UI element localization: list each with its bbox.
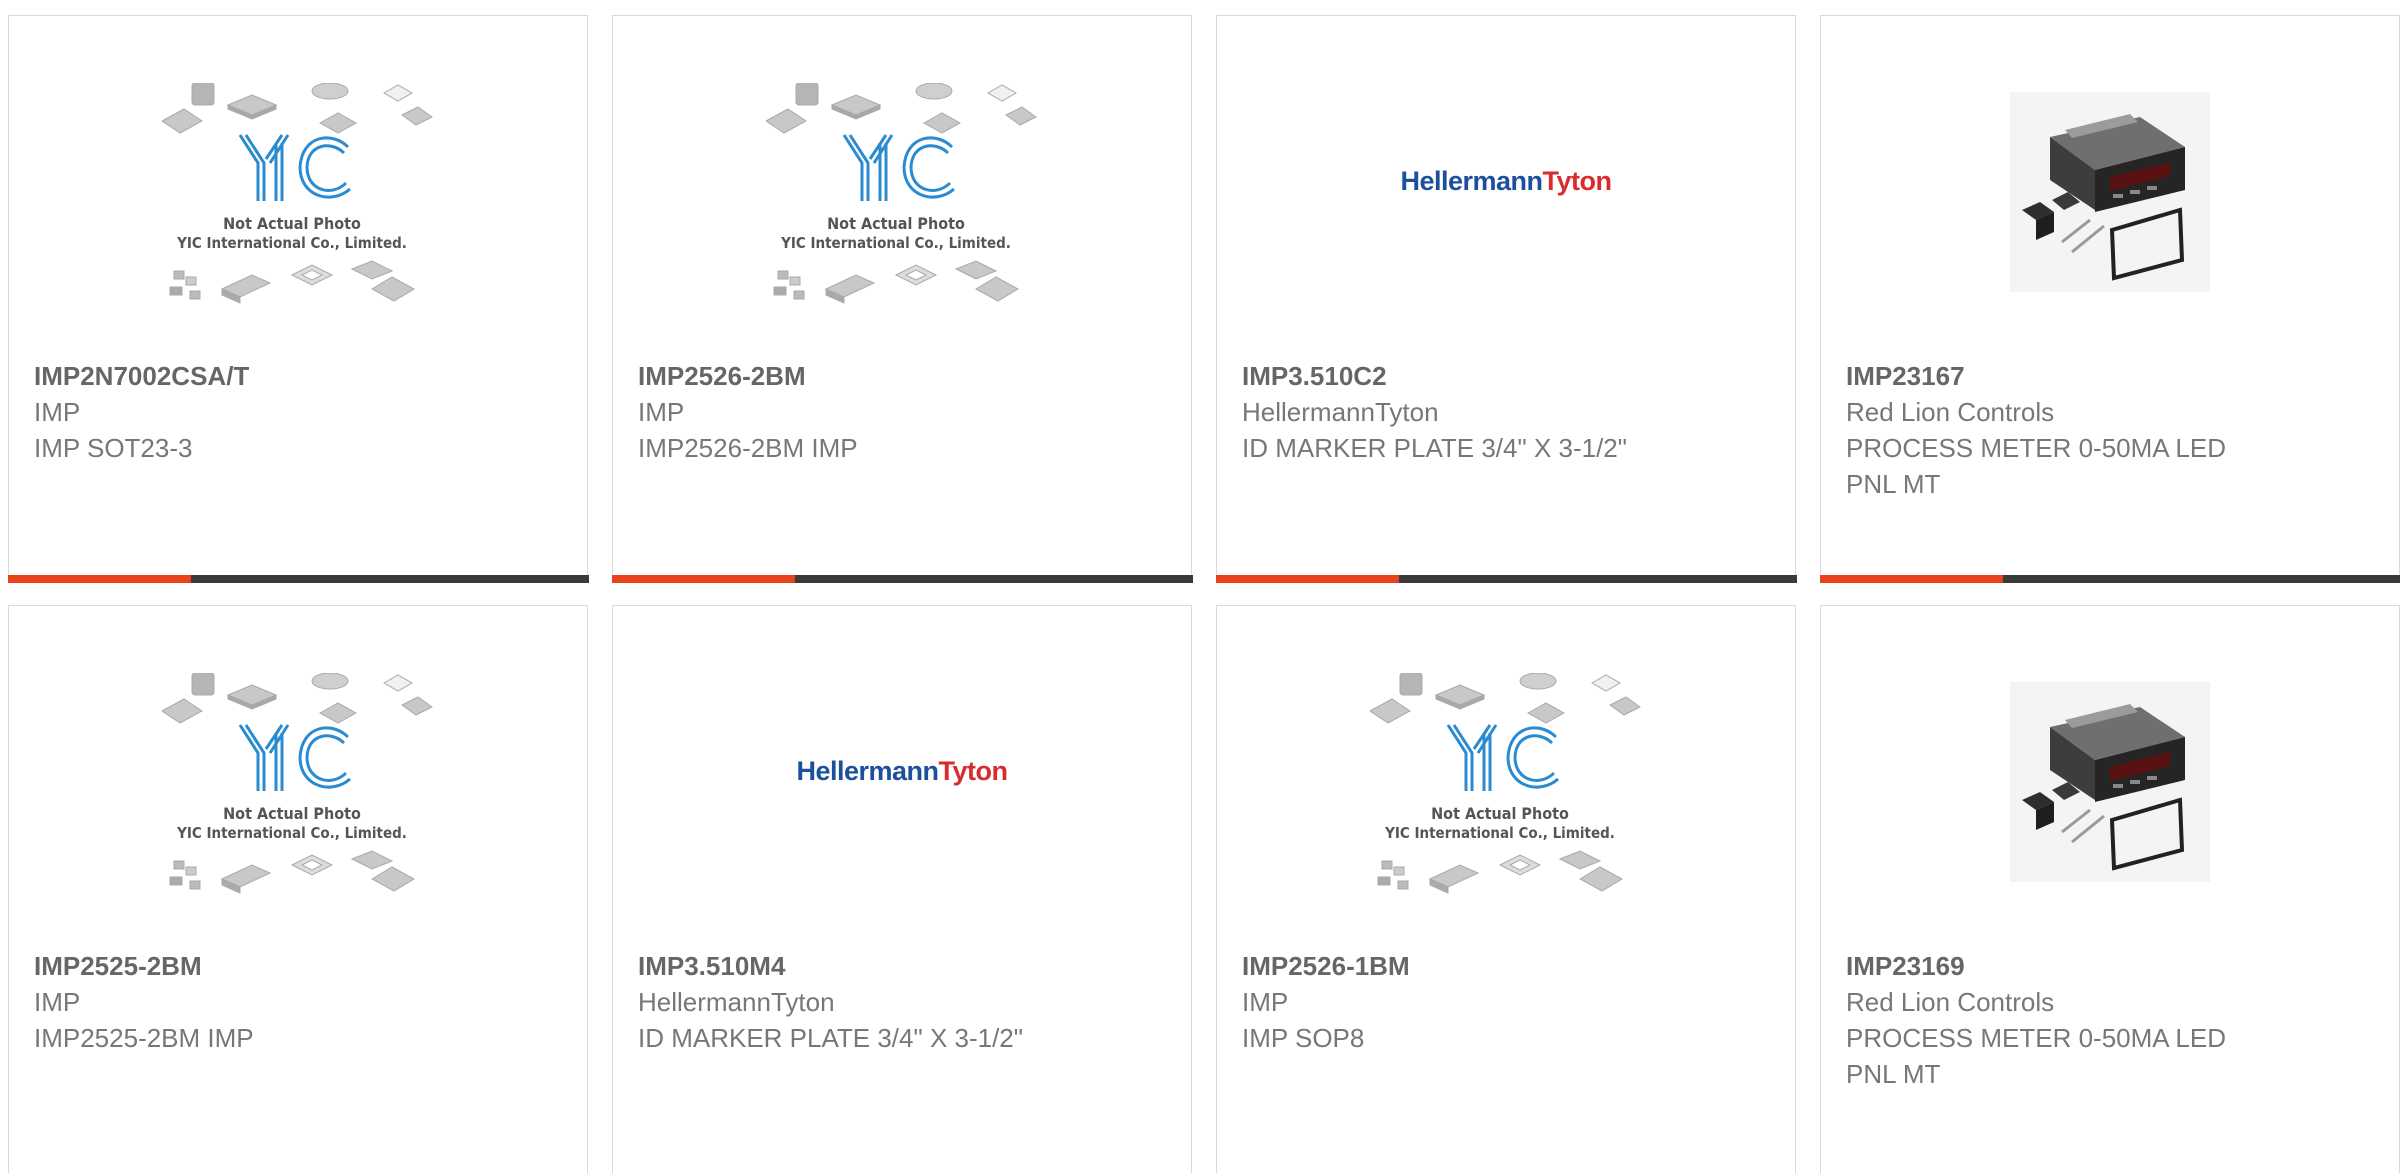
product-card[interactable]: Not Actual Photo YIC International Co., …: [612, 15, 1192, 583]
part-number-link[interactable]: IMP23169: [1846, 948, 2374, 984]
manufacturer-name: HellermannTyton: [638, 984, 1166, 1020]
product-card[interactable]: IMP23167Red Lion ControlsPROCESS METER 0…: [1820, 15, 2400, 583]
product-description: IMP SOP8: [1242, 1020, 1770, 1056]
product-info: IMP3.510C2HellermannTytonID MARKER PLATE…: [1242, 358, 1770, 466]
part-number-link[interactable]: IMP2526-2BM: [638, 358, 1166, 394]
yic-placeholder-image[interactable]: Not Actual Photo YIC International Co., …: [162, 83, 434, 309]
process-meter-photo[interactable]: [2010, 92, 2210, 292]
manufacturer-name: Red Lion Controls: [1846, 984, 2374, 1020]
placeholder-caption: Not Actual Photo: [223, 214, 361, 233]
placeholder-caption: Not Actual Photo: [223, 804, 361, 823]
product-grid: Not Actual Photo YIC International Co., …: [8, 15, 2400, 1173]
product-card[interactable]: Not Actual Photo YIC International Co., …: [8, 605, 588, 1173]
manufacturer-name: IMP: [34, 394, 562, 430]
hellermanntyton-logo[interactable]: HellermannTyton: [1400, 166, 1611, 197]
product-image[interactable]: Not Actual Photo YIC International Co., …: [9, 606, 587, 946]
product-info: IMP3.510M4HellermannTytonID MARKER PLATE…: [638, 948, 1166, 1056]
manufacturer-name: IMP: [1242, 984, 1770, 1020]
product-image[interactable]: [1821, 16, 2399, 356]
product-image[interactable]: Not Actual Photo YIC International Co., …: [613, 16, 1191, 356]
card-hover-bar: [1820, 575, 2400, 583]
card-accent-bar: [1216, 575, 1399, 583]
part-number-link[interactable]: IMP2N7002CSA/T: [34, 358, 562, 394]
part-number-link[interactable]: IMP3.510C2: [1242, 358, 1770, 394]
hellermanntyton-logo[interactable]: HellermannTyton: [796, 756, 1007, 787]
product-card[interactable]: IMP23169Red Lion ControlsPROCESS METER 0…: [1820, 605, 2400, 1173]
product-description: PNL MT: [1846, 466, 2374, 502]
card-accent-bar: [612, 575, 795, 583]
product-image[interactable]: HellermannTyton: [613, 606, 1191, 946]
product-description: ID MARKER PLATE 3/4" X 3-1/2": [1242, 430, 1770, 466]
placeholder-caption: Not Actual Photo: [827, 214, 965, 233]
logo-text-hellermann: Hellermann: [796, 756, 938, 786]
product-card[interactable]: Not Actual Photo YIC International Co., …: [1216, 605, 1796, 1173]
product-card[interactable]: HellermannTytonIMP3.510M4HellermannTyton…: [612, 605, 1192, 1173]
card-hover-bar: [1216, 575, 1797, 583]
part-number-link[interactable]: IMP3.510M4: [638, 948, 1166, 984]
product-description: PROCESS METER 0-50MA LED: [1846, 1020, 2374, 1056]
placeholder-company: YIC International Co., Limited.: [176, 824, 407, 842]
product-image[interactable]: Not Actual Photo YIC International Co., …: [9, 16, 587, 356]
product-info: IMP23169Red Lion ControlsPROCESS METER 0…: [1846, 948, 2374, 1092]
part-number-link[interactable]: IMP2526-1BM: [1242, 948, 1770, 984]
logo-text-tyton: Tyton: [939, 756, 1008, 786]
product-card[interactable]: Not Actual Photo YIC International Co., …: [8, 15, 588, 583]
logo-text-hellermann: Hellermann: [1400, 166, 1542, 196]
card-hover-bar: [8, 575, 589, 583]
yic-placeholder-image[interactable]: Not Actual Photo YIC International Co., …: [766, 83, 1038, 309]
logo-text-tyton: Tyton: [1543, 166, 1612, 196]
placeholder-company: YIC International Co., Limited.: [780, 234, 1011, 252]
product-description: IMP2526-2BM IMP: [638, 430, 1166, 466]
product-description: PROCESS METER 0-50MA LED: [1846, 430, 2374, 466]
product-info: IMP2526-2BMIMPIMP2526-2BM IMP: [638, 358, 1166, 466]
product-info: IMP2N7002CSA/TIMPIMP SOT23-3: [34, 358, 562, 466]
part-number-link[interactable]: IMP2525-2BM: [34, 948, 562, 984]
manufacturer-name: Red Lion Controls: [1846, 394, 2374, 430]
process-meter-photo[interactable]: [2010, 682, 2210, 882]
placeholder-caption: Not Actual Photo: [1431, 804, 1569, 823]
product-image[interactable]: Not Actual Photo YIC International Co., …: [1217, 606, 1795, 946]
card-accent-bar: [8, 575, 191, 583]
placeholder-company: YIC International Co., Limited.: [1384, 824, 1615, 842]
product-description: IMP2525-2BM IMP: [34, 1020, 562, 1056]
part-number-link[interactable]: IMP23167: [1846, 358, 2374, 394]
product-description: IMP SOT23-3: [34, 430, 562, 466]
product-info: IMP23167Red Lion ControlsPROCESS METER 0…: [1846, 358, 2374, 502]
manufacturer-name: HellermannTyton: [1242, 394, 1770, 430]
product-card[interactable]: HellermannTytonIMP3.510C2HellermannTyton…: [1216, 15, 1796, 583]
product-image[interactable]: HellermannTyton: [1217, 16, 1795, 356]
product-info: IMP2526-1BMIMPIMP SOP8: [1242, 948, 1770, 1056]
product-info: IMP2525-2BMIMPIMP2525-2BM IMP: [34, 948, 562, 1056]
yic-placeholder-image[interactable]: Not Actual Photo YIC International Co., …: [1370, 673, 1642, 899]
yic-placeholder-image[interactable]: Not Actual Photo YIC International Co., …: [162, 673, 434, 899]
manufacturer-name: IMP: [638, 394, 1166, 430]
manufacturer-name: IMP: [34, 984, 562, 1020]
placeholder-company: YIC International Co., Limited.: [176, 234, 407, 252]
card-accent-bar: [1820, 575, 2003, 583]
product-description: ID MARKER PLATE 3/4" X 3-1/2": [638, 1020, 1166, 1056]
card-hover-bar: [612, 575, 1193, 583]
product-image[interactable]: [1821, 606, 2399, 946]
product-description: PNL MT: [1846, 1056, 2374, 1092]
